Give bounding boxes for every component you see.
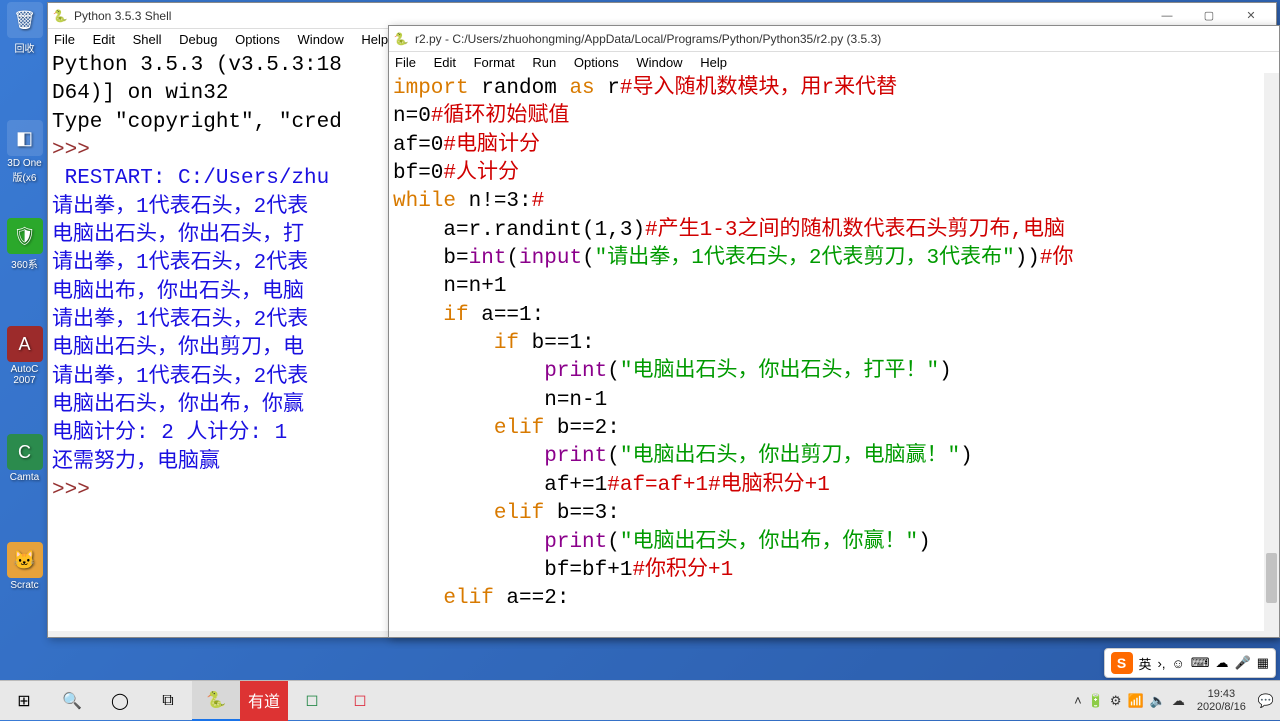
menu-format[interactable]: Format (474, 55, 515, 70)
system-tray: ˄ 🔋 ⚙ 📶 🔈 ☁ 19:43 2020/8/16 💬 (1074, 688, 1280, 712)
ime-cloud-icon[interactable]: ☁ (1216, 655, 1229, 671)
menu-options[interactable]: Options (574, 55, 619, 70)
taskbar-app-youdao[interactable]: 有道 (240, 681, 288, 721)
desktop-icon-360[interactable]: 🛡360系 (2, 218, 47, 271)
menu-edit[interactable]: Edit (93, 32, 115, 47)
tray-settings-icon[interactable]: ⚙ (1110, 693, 1122, 709)
taskbar-app-idle[interactable]: 🐍 (192, 681, 240, 721)
python-icon: 🐍 (52, 8, 68, 24)
cube-icon: ◧ (7, 120, 43, 156)
menu-shell[interactable]: Shell (133, 32, 162, 47)
taskbar: ⊞ 🔍 ◯ ⧉ 🐍 有道 ◻ ◻ ˄ 🔋 ⚙ 📶 🔈 ☁ 19:43 2020/… (0, 680, 1280, 720)
ime-emoji-icon[interactable]: ☺ (1171, 656, 1184, 671)
ime-grid-icon[interactable]: ▦ (1257, 655, 1269, 671)
autocad-icon: A (7, 326, 43, 362)
desktop-icon-camtasia[interactable]: CCamta (2, 434, 47, 483)
cortana-button[interactable]: ◯ (96, 681, 144, 721)
scrollbar-thumb[interactable] (1266, 553, 1277, 603)
start-button[interactable]: ⊞ (0, 681, 48, 721)
menu-options[interactable]: Options (235, 32, 280, 47)
menu-file[interactable]: File (395, 55, 416, 70)
desktop-icon-recycle[interactable]: 🗑回收 (2, 2, 47, 55)
tray-network-icon[interactable]: 📶 (1128, 693, 1144, 709)
python-editor-window: 🐍 r2.py - C:/Users/zhuohongming/AppData/… (388, 25, 1280, 638)
editor-title: r2.py - C:/Users/zhuohongming/AppData/Lo… (415, 32, 1275, 46)
menu-window[interactable]: Window (636, 55, 682, 70)
menu-help[interactable]: Help (700, 55, 727, 70)
menu-debug[interactable]: Debug (179, 32, 217, 47)
clock-date: 2020/8/16 (1197, 701, 1246, 713)
clock-time: 19:43 (1197, 688, 1246, 700)
ime-keyboard-icon[interactable]: ⌨ (1191, 655, 1210, 671)
menu-window[interactable]: Window (298, 32, 344, 47)
shield-icon: 🛡 (7, 218, 43, 254)
editor-titlebar[interactable]: 🐍 r2.py - C:/Users/zhuohongming/AppData/… (389, 26, 1279, 52)
ime-toolbar[interactable]: S 英 ›, ☺ ⌨ ☁ 🎤 ▦ (1104, 648, 1277, 678)
taskbar-app-recorder[interactable]: ◻ (336, 681, 384, 721)
shell-title: Python 3.5.3 Shell (74, 9, 1146, 23)
ime-lang[interactable]: 英 (1139, 654, 1152, 673)
tray-chevron-icon[interactable]: ˄ (1074, 693, 1082, 708)
menu-help[interactable]: Help (361, 32, 388, 47)
editor-content[interactable]: import random as r#导入随机数模块，用r来代替 n=0#循环初… (389, 73, 1279, 631)
desktop-icon-3done[interactable]: ◧3D One 版(x6 (2, 120, 47, 184)
menu-edit[interactable]: Edit (434, 55, 456, 70)
notifications-button[interactable]: 💬 (1258, 693, 1274, 709)
search-button[interactable]: 🔍 (48, 681, 96, 721)
python-icon: 🐍 (393, 31, 409, 47)
tray-battery-icon[interactable]: 🔋 (1088, 693, 1104, 709)
code-area[interactable]: import random as r#导入随机数模块，用r来代替 n=0#循环初… (393, 75, 1275, 614)
ime-mic-icon[interactable]: 🎤 (1235, 655, 1251, 671)
editor-scrollbar[interactable] (1264, 73, 1279, 631)
menu-run[interactable]: Run (532, 55, 556, 70)
scratch-icon: 🐱 (7, 542, 43, 578)
taskview-button[interactable]: ⧉ (144, 681, 192, 721)
taskbar-clock[interactable]: 19:43 2020/8/16 (1191, 688, 1252, 712)
desktop-icon-autocad[interactable]: AAutoC 2007 (2, 326, 47, 386)
maximize-button[interactable]: ▢ (1188, 5, 1230, 27)
menu-file[interactable]: File (54, 32, 75, 47)
camtasia-icon: C (7, 434, 43, 470)
editor-menubar: File Edit Format Run Options Window Help (389, 52, 1279, 73)
taskbar-app-camtasia[interactable]: ◻ (288, 681, 336, 721)
minimize-button[interactable]: — (1146, 5, 1188, 27)
sogou-icon[interactable]: S (1111, 652, 1133, 674)
recycle-bin-icon: 🗑 (7, 2, 43, 38)
tray-volume-icon[interactable]: 🔈 (1150, 693, 1166, 709)
desktop-icon-scratch[interactable]: 🐱Scratc (2, 542, 47, 591)
tray-cloud-icon[interactable]: ☁ (1172, 693, 1185, 709)
ime-punct-icon[interactable]: ›, (1158, 656, 1166, 671)
close-button[interactable]: ✕ (1230, 5, 1272, 27)
